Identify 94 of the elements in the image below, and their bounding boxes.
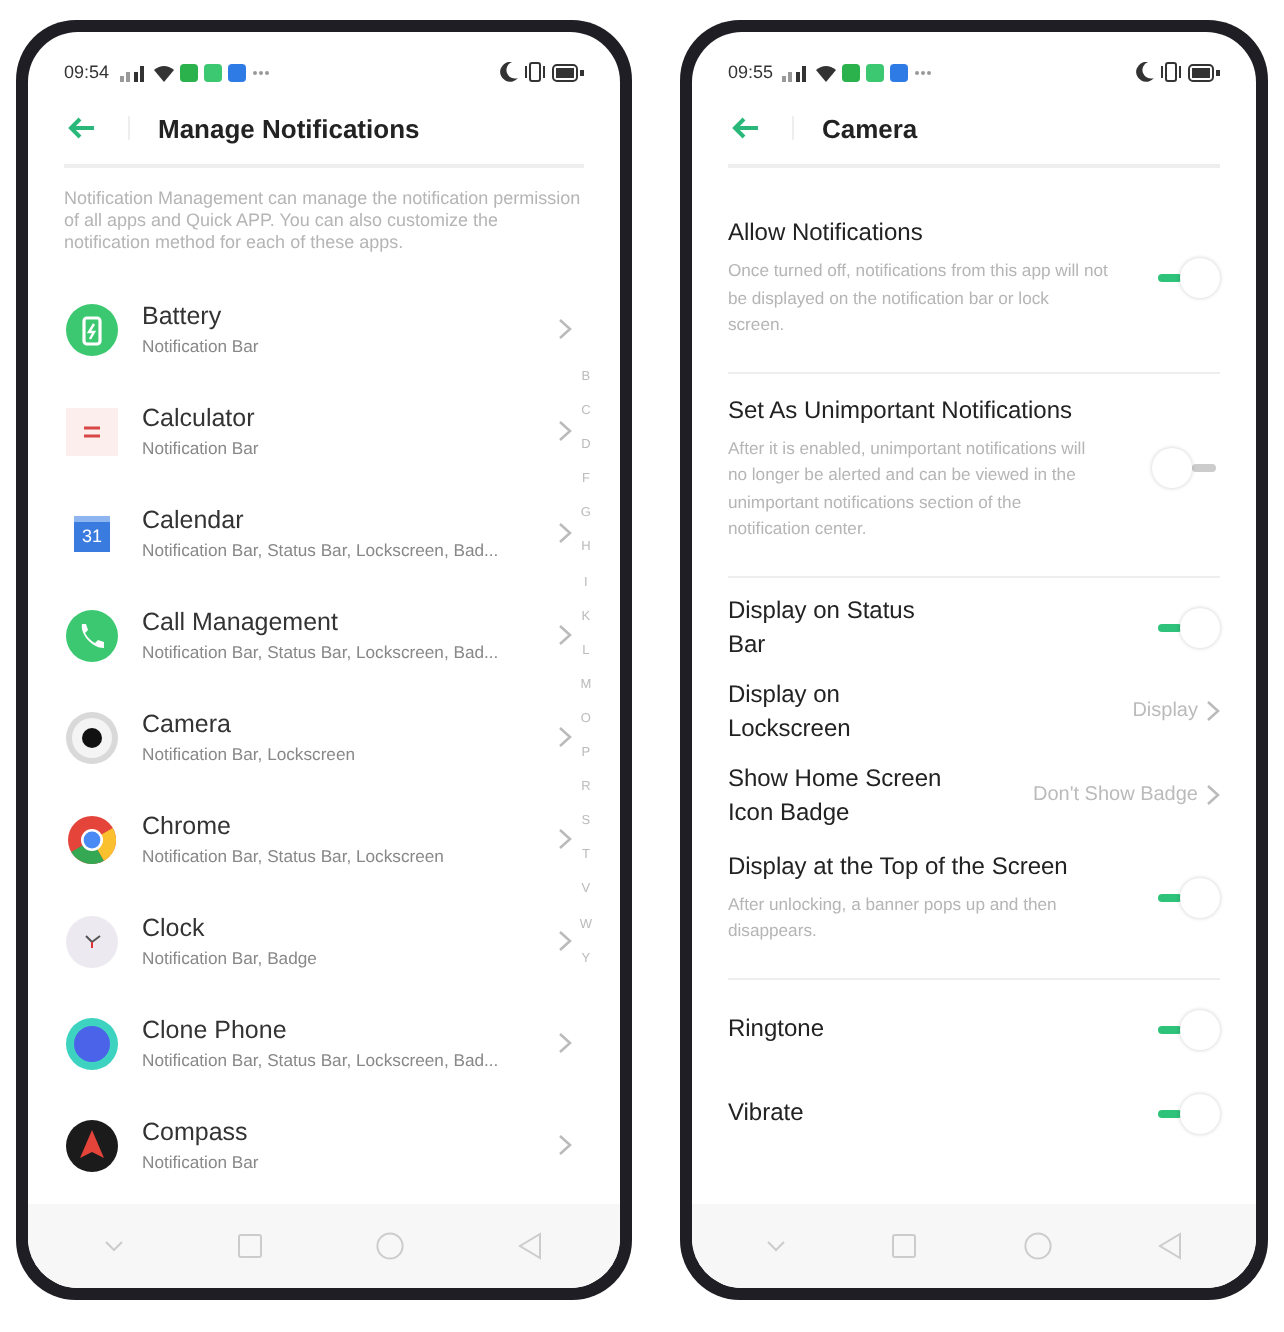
status-time: 09:55 bbox=[727, 62, 773, 82]
chevron-icon bbox=[557, 1134, 572, 1156]
notification-methods: Notification Bar bbox=[142, 1152, 261, 1172]
message-app-icon bbox=[890, 63, 909, 81]
notification-methods: Notification Bar bbox=[142, 336, 261, 356]
equals-icon bbox=[64, 403, 120, 459]
battery-icon bbox=[1188, 63, 1220, 81]
notification-methods: Notification Bar bbox=[142, 438, 261, 458]
app-name: Compass bbox=[142, 1118, 250, 1146]
setting-label: Display on Status Bar bbox=[727, 593, 917, 661]
setting-label: Display on Lockscreen bbox=[727, 677, 853, 745]
chat-app-icon bbox=[179, 63, 198, 81]
setting-label: Vibrate bbox=[727, 1096, 806, 1130]
signal-icon bbox=[119, 63, 148, 81]
chat-app-icon bbox=[842, 63, 861, 81]
app-name: Calculator bbox=[142, 404, 257, 432]
battery-icon bbox=[551, 63, 584, 81]
circle-icon bbox=[64, 1015, 120, 1071]
chevron-icon bbox=[557, 624, 572, 646]
back-button[interactable] bbox=[64, 112, 100, 144]
setting-description: After unlocking, a banner pops up and then disappears. bbox=[727, 891, 1059, 944]
notification-methods: Notification Bar, Status Bar, Lockscreen bbox=[142, 846, 446, 866]
chevron-down-icon[interactable] bbox=[104, 1240, 125, 1252]
app-name: Call Management bbox=[142, 608, 340, 636]
toggle-switch[interactable] bbox=[1152, 446, 1220, 490]
vibrate-icon bbox=[523, 62, 546, 82]
app-list-item[interactable]: Chrome Notification Bar, Status Bar, Lockscreen bbox=[64, 788, 572, 890]
app-list-item[interactable]: Camera Notification Bar, Lockscreen bbox=[64, 686, 572, 788]
setting-value[interactable]: Don't Show Badge bbox=[1032, 784, 1198, 806]
back-button[interactable] bbox=[727, 112, 764, 144]
vibrate-icon bbox=[1160, 62, 1182, 82]
calendar-icon: 31 bbox=[74, 515, 110, 551]
setting-label: Ringtone bbox=[727, 1012, 826, 1046]
app-list-item[interactable]: 31 Calendar Notification Bar, Status Bar, Lockscreen, Bad... bbox=[64, 482, 572, 584]
notification-methods: Notification Bar, Status Bar, Lockscreen, Bad... bbox=[142, 642, 501, 662]
chevron-icon bbox=[557, 420, 572, 442]
chevron-down-icon[interactable] bbox=[765, 1240, 786, 1252]
camera-lens-icon bbox=[64, 709, 120, 765]
app-name: Battery bbox=[142, 302, 224, 330]
app-list-item[interactable]: Calculator Notification Bar bbox=[64, 380, 572, 482]
setting-description: Once turned off, notifications from this app will not be displayed on the notification bar or lock screen. bbox=[727, 258, 1108, 338]
chevron-icon bbox=[1206, 700, 1220, 722]
moon-icon bbox=[1136, 62, 1154, 82]
app-name: Clone Phone bbox=[142, 1016, 289, 1044]
wifi-icon bbox=[816, 63, 837, 81]
setting-label: Set As Unimportant Notifications bbox=[727, 393, 1075, 427]
setting-description: After it is enabled, unimportant notifications will no longer be alerted and can be viewed in the unimportant notifications section of the notification center. bbox=[727, 435, 1088, 542]
app-list-item[interactable]: Call Management Notification Bar, Status Bar, Lockscreen, Bad... bbox=[64, 584, 572, 686]
app-name: Camera bbox=[142, 710, 233, 738]
battery-icon bbox=[64, 301, 120, 357]
page-title: Camera bbox=[821, 113, 918, 143]
chevron-icon bbox=[557, 522, 572, 544]
app-name: Calendar bbox=[142, 506, 246, 534]
clock-icon bbox=[64, 913, 120, 969]
notification-methods: Notification Bar, Badge bbox=[142, 948, 319, 968]
notification-methods: Notification Bar, Status Bar, Lockscreen, Bad... bbox=[142, 1050, 501, 1070]
chevron-icon bbox=[557, 726, 572, 748]
setting-label: Allow Notifications bbox=[727, 216, 925, 250]
app-list-item[interactable]: Clone Phone Notification Bar, Status Bar, Lockscreen, Bad... bbox=[64, 992, 572, 1094]
status-time: 09:54 bbox=[64, 62, 110, 82]
setting-label: Show Home Screen Icon Badge bbox=[727, 761, 944, 829]
chevron-icon bbox=[557, 930, 572, 952]
more-icon bbox=[914, 69, 933, 75]
notification-methods: Notification Bar, Lockscreen bbox=[142, 744, 358, 764]
phone-app-icon bbox=[203, 63, 222, 81]
page-title: Manage Notifications bbox=[158, 113, 420, 143]
setting-value[interactable]: Display bbox=[1132, 700, 1198, 722]
compass-icon bbox=[64, 1117, 120, 1173]
signal-icon bbox=[782, 63, 811, 81]
back-triangle-icon[interactable] bbox=[1158, 1232, 1183, 1260]
back-triangle-icon[interactable] bbox=[518, 1232, 543, 1260]
square-icon[interactable] bbox=[238, 1234, 263, 1258]
app-list-item[interactable]: Battery Notification Bar bbox=[64, 278, 572, 380]
app-name: Clock bbox=[142, 914, 207, 942]
description-text: Notification Management can manage the notification permission of all apps and Quick APP. You can also customize the notification method for each of these apps. bbox=[64, 188, 583, 254]
phone-app-icon bbox=[866, 63, 885, 81]
chevron-icon bbox=[557, 1032, 572, 1054]
home-circle-icon[interactable] bbox=[376, 1232, 405, 1260]
message-app-icon bbox=[227, 63, 246, 81]
square-icon[interactable] bbox=[892, 1234, 917, 1258]
home-circle-icon[interactable] bbox=[1023, 1232, 1052, 1260]
app-name: Chrome bbox=[142, 812, 233, 840]
phone-icon bbox=[64, 607, 120, 663]
browser-icon bbox=[64, 811, 120, 867]
wifi-icon bbox=[153, 63, 174, 81]
chevron-icon bbox=[1206, 784, 1220, 806]
more-icon bbox=[251, 69, 270, 75]
chevron-icon bbox=[557, 828, 572, 850]
chevron-icon bbox=[557, 318, 572, 340]
moon-icon bbox=[499, 62, 518, 82]
notification-methods: Notification Bar, Status Bar, Lockscreen, Bad... bbox=[142, 540, 501, 560]
setting-label: Display at the Top of the Screen bbox=[727, 849, 1070, 883]
app-list-item[interactable]: Compass Notification Bar bbox=[64, 1094, 572, 1196]
app-list-item[interactable]: Clock Notification Bar, Badge bbox=[64, 890, 572, 992]
